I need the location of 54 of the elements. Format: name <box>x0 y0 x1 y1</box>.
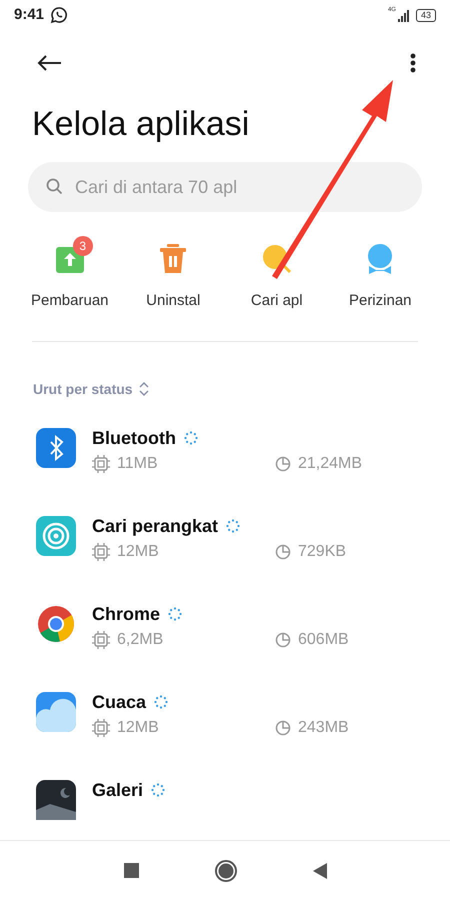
back-button[interactable] <box>36 53 62 73</box>
chip-icon <box>92 718 110 736</box>
chip-icon <box>92 542 110 560</box>
storage-usage: 729KB <box>298 542 346 562</box>
more-options-icon <box>410 53 416 73</box>
home-button[interactable] <box>214 860 236 882</box>
pie-chart-icon <box>275 632 291 648</box>
home-circle-icon <box>214 860 236 882</box>
battery-level: 43 <box>416 8 436 22</box>
storage-usage: 21,24MB <box>298 454 362 474</box>
memory-usage: 6,2MB <box>117 630 164 650</box>
search-icon <box>46 178 63 195</box>
shortcut-button[interactable]: Perizinan <box>328 234 432 312</box>
night-landscape-icon <box>36 780 76 820</box>
shortcut-button[interactable]: 3 Pembaruan <box>18 234 122 312</box>
search-field[interactable]: Cari di antara 70 apl <box>28 162 422 212</box>
recents-button[interactable] <box>124 863 138 878</box>
sort-chevron-icon <box>138 382 149 396</box>
app-name: Chrome <box>92 602 160 626</box>
app-list-item[interactable]: Bluetooth 11MB 21,24MB <box>0 426 450 514</box>
storage-usage: 606MB <box>298 630 349 650</box>
back-arrow-icon <box>36 53 62 73</box>
cloud-icon <box>36 692 76 732</box>
app-list-item[interactable]: Cuaca 12MB 243MB <box>0 690 450 778</box>
bluetooth-icon <box>36 428 76 468</box>
chip-icon <box>92 630 110 648</box>
browser-icon <box>36 604 76 644</box>
square-icon <box>124 863 138 878</box>
app-list-item[interactable]: Galeri <box>0 778 450 840</box>
triangle-back-icon <box>312 862 326 878</box>
chat-app-icon <box>50 6 68 24</box>
shortcut-button[interactable]: Uninstal <box>122 234 225 312</box>
app-name: Cuaca <box>92 690 146 714</box>
app-list-item[interactable]: Chrome 6,2MB 606MB <box>0 602 450 690</box>
memory-usage: 11MB <box>117 454 158 474</box>
app-name: Bluetooth <box>92 426 176 450</box>
page-title: Kelola aplikasi <box>31 104 250 145</box>
pie-chart-icon <box>275 456 291 472</box>
chip-icon <box>92 454 110 472</box>
app-name: Galeri <box>92 778 144 802</box>
storage-usage: 243MB <box>298 718 349 738</box>
app-list-item[interactable]: Cari perangkat 12MB 729KB <box>0 514 450 602</box>
target-icon <box>36 516 76 556</box>
memory-usage: 12MB <box>117 542 159 562</box>
status-time: 9:41 <box>14 4 44 25</box>
app-name: Cari perangkat <box>92 514 218 538</box>
notification-badge: 3 <box>72 236 93 256</box>
signal-icon <box>396 8 410 22</box>
memory-usage: 12MB <box>117 718 159 738</box>
pie-chart-icon <box>275 720 291 736</box>
back-nav-button[interactable] <box>312 862 326 878</box>
pie-chart-icon <box>275 544 291 560</box>
more-options-button[interactable] <box>410 53 416 73</box>
trash-can-icon <box>158 242 188 276</box>
